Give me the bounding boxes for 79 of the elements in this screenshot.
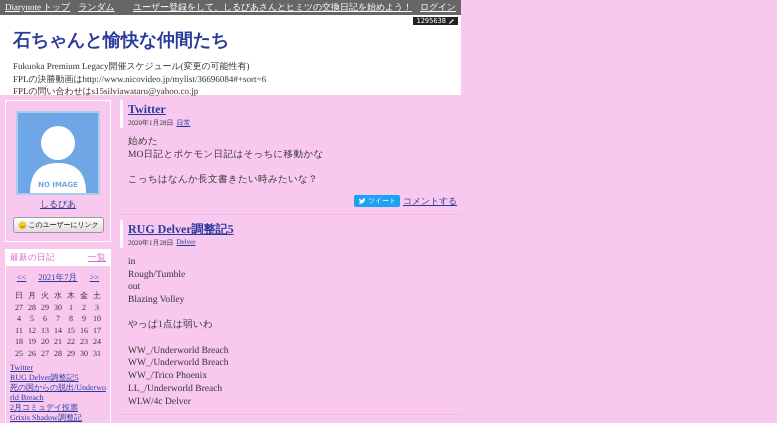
next-month-link[interactable]: >> (90, 272, 100, 284)
body-line: こっちはなんか長文書きたい時みたいな？ (128, 174, 319, 187)
weekday-label: 日 (14, 290, 24, 302)
calendar-day: 30 (52, 302, 64, 313)
weekday-label: 月 (27, 290, 37, 302)
calendar-day: 23 (78, 336, 90, 348)
bird-icon (358, 198, 366, 205)
weekday-label: 金 (79, 290, 89, 302)
diary-entry-link[interactable]: RUG Delver調整記5 (10, 373, 106, 383)
post-title-link[interactable]: RUG Delver調整記5 (128, 220, 234, 238)
body-line: MO日記とポケモン日記はそっちに移動かな (128, 148, 324, 162)
calendar-day: 3 (90, 302, 104, 313)
diary-title: 石ちゃんと愉快な仲間たち (13, 29, 229, 52)
calendar-day: 18 (12, 336, 26, 348)
smiley-icon (18, 220, 26, 230)
calendar-day: 28 (52, 348, 64, 359)
diary-entry-link[interactable]: 死の国からの脱出/Underworld Breach (10, 383, 106, 403)
nav-link[interactable]: ユーザー登録をして、しるびあさんとヒミツの交換日記を始めよう！ (133, 1, 412, 14)
calendar-day: 19 (26, 336, 38, 348)
month-link[interactable]: 2021年7月 (38, 272, 78, 284)
calendar-day: 6 (38, 313, 52, 324)
calendar-day: 1 (64, 302, 78, 313)
body-line: Blazing Volley (128, 294, 186, 307)
diary-entry-link[interactable]: Grixis Shadow調整記 (10, 413, 106, 423)
calendar-day: 31 (90, 348, 104, 359)
body-line: WW_/Underworld Breach (128, 344, 230, 358)
calendar-day: 24 (90, 336, 104, 348)
calendar-day: 27 (38, 348, 52, 359)
description-line: FPLの問い合わせはs15silviawataru@yahoo.co.jp (13, 85, 200, 98)
description-line: FPLの決勝動画はhttp://www.nicovideo.jp/mylist/36696084#+sort=6 (13, 72, 268, 85)
username-link[interactable]: しるびあ (40, 198, 76, 211)
weekday-label: 土 (92, 290, 102, 302)
body-line: out (128, 281, 142, 294)
body-line: WLW/4c Delver (128, 396, 192, 408)
calendar-day: 20 (38, 336, 52, 348)
calendar-day: 28 (26, 302, 38, 313)
calendar-day: 26 (26, 348, 38, 359)
calendar-day: 11 (12, 324, 26, 336)
calendar-day: 25 (12, 348, 26, 359)
body-line: Rough/Tumble (128, 268, 186, 282)
body-line: WW_/Underworld Breach (128, 357, 230, 370)
weekday-label: 火 (40, 290, 50, 302)
calendar-day: 27 (12, 302, 26, 313)
prev-month-link[interactable]: << (16, 272, 26, 284)
calendar-day: 2 (78, 302, 90, 313)
calendar-day: 12 (26, 324, 38, 336)
calendar-day: 9 (78, 313, 90, 324)
nav-link[interactable]: ログイン (420, 1, 456, 14)
body-line: WW_/Trico Phoenix (128, 370, 208, 383)
calendar-day: 21 (52, 336, 64, 348)
calendar-day: 17 (90, 324, 104, 336)
pencil-icon (448, 18, 455, 24)
calendar-day: 14 (52, 324, 64, 336)
post-title-link[interactable]: Twitter (128, 102, 166, 117)
calendar-day: 13 (38, 324, 52, 336)
body-line: in (128, 256, 136, 268)
diary-entry-link[interactable]: Twitter (10, 363, 106, 373)
calendar-day: 22 (64, 336, 78, 348)
calendar-day: 5 (26, 313, 38, 324)
comment-link[interactable]: コメントする (403, 194, 457, 208)
calendar-day: 15 (64, 324, 78, 336)
calendar-day: 29 (38, 302, 52, 313)
weekday-label: 木 (66, 290, 76, 302)
calendar-day: 29 (64, 348, 78, 359)
body-line: LL_/Underworld Breach (128, 382, 224, 396)
description-line: Fukuoka Premium Legacy開催スケジュール(変更の可能性有) (13, 60, 250, 72)
weekday-label: 水 (53, 290, 63, 302)
body-line: 始めた (128, 136, 159, 149)
calendar-day: 7 (52, 313, 64, 324)
calendar-day: 16 (78, 324, 90, 336)
body-line: やっぱ1点は弱いわ (128, 319, 214, 332)
nav-link[interactable]: ランダム (78, 1, 114, 14)
calendar-day: 8 (64, 313, 78, 324)
panel-title: 最新の日記 (10, 252, 55, 264)
calendar-day: 10 (90, 313, 104, 324)
calendar-day: 30 (78, 348, 90, 359)
calendar-day: 4 (12, 313, 26, 324)
diary-entry-link[interactable]: 2月コミュデイ投票 (10, 403, 106, 413)
nav-link[interactable]: Diarynote トップ (5, 1, 70, 14)
